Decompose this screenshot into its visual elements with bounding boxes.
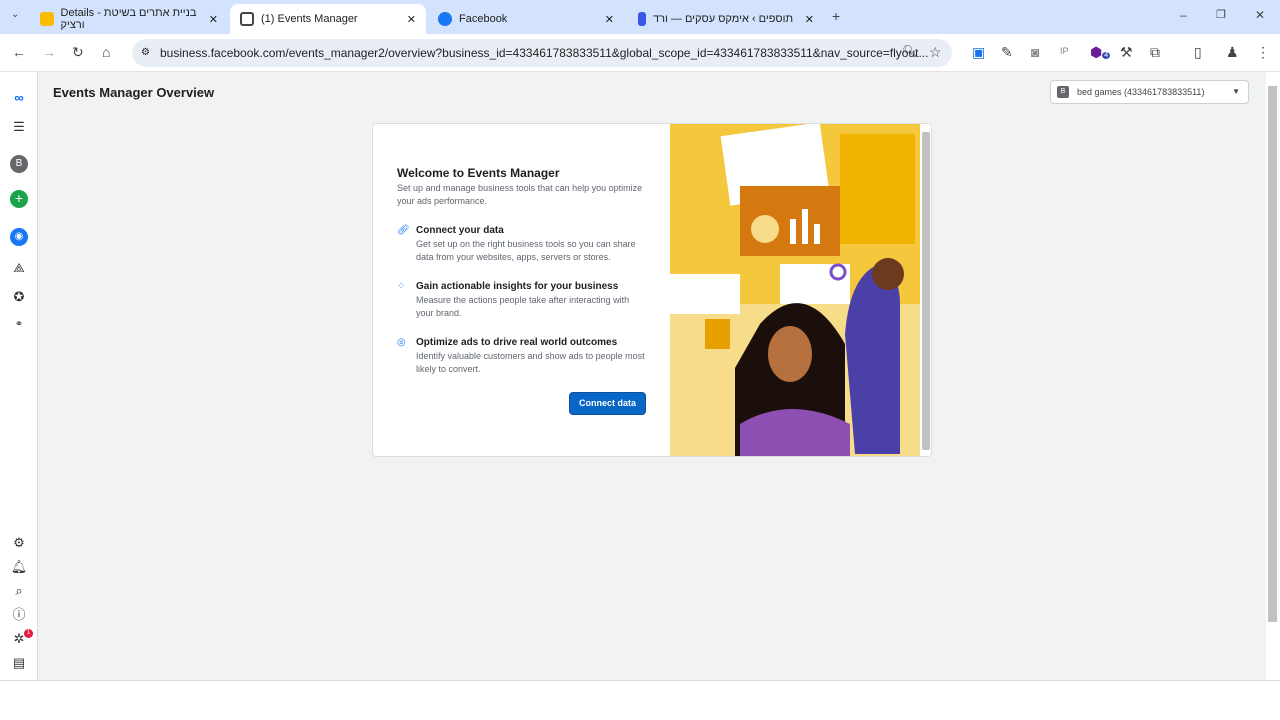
create-icon[interactable]: +: [10, 190, 28, 208]
zoom-icon[interactable]: 🔍︎: [902, 44, 917, 58]
badge-count: 4: [1102, 52, 1111, 59]
link-icon: 🔗︎: [397, 225, 410, 236]
back-icon[interactable]: ←: [12, 44, 26, 60]
tab-title: Details - בניית אתרים בשיטת ורציק: [60, 7, 197, 31]
partner-integrations-icon[interactable]: ⟁: [10, 259, 28, 277]
google-ads-icon: [40, 12, 54, 26]
avatar[interactable]: B: [10, 155, 28, 173]
new-tab-icon[interactable]: +: [832, 8, 840, 24]
page-scrollbar[interactable]: [1268, 86, 1277, 622]
welcome-illustration: [670, 124, 920, 456]
side-panel-icon[interactable]: ▯: [1194, 44, 1202, 61]
close-icon[interactable]: ✕: [209, 13, 218, 26]
site-info-icon[interactable]: ⚙: [141, 39, 150, 67]
bookmark-star-icon[interactable]: ☆: [929, 44, 942, 61]
tab-facebook[interactable]: Facebook ✕: [428, 4, 624, 34]
tool-icon[interactable]: ⚒: [1120, 44, 1133, 61]
account-name: bed games (433461783833511): [1077, 87, 1205, 97]
ip-extension-icon[interactable]: IP: [1060, 46, 1069, 56]
main-content: Events Manager Overview Bbed games (4334…: [38, 72, 1266, 680]
events-manager-nav-icon[interactable]: ◉: [10, 228, 28, 246]
feature-desc: Measure the actions people take after in…: [416, 295, 630, 318]
feature-title: Connect your data: [416, 225, 504, 236]
chevron-down-icon: ▼: [1232, 87, 1240, 96]
notifications-bell-icon[interactable]: 🔔︎: [10, 558, 28, 576]
settings-icon[interactable]: ⚙: [10, 534, 28, 552]
business-account-selector[interactable]: Bbed games (433461783833511) ▼: [1050, 80, 1249, 104]
minimize-icon[interactable]: –: [1180, 8, 1187, 22]
help-icon[interactable]: ⓘ: [10, 606, 28, 624]
address-bar[interactable]: ⚙ business.facebook.com/events_manager2/o…: [132, 39, 952, 67]
left-nav: ∞ ☰ B + ◉ ⟁ ✪ ⚭ ⚙ 🔔︎ 1 ⌕ ⓘ ✲ ▤: [0, 72, 38, 680]
feature-title: Gain actionable insights for your busine…: [416, 281, 619, 292]
restore-icon[interactable]: ❐: [1216, 8, 1226, 21]
pages-icon[interactable]: ▤: [10, 654, 28, 672]
site-icon: [638, 12, 646, 26]
reload-icon[interactable]: ↻: [72, 44, 84, 61]
feature-title: Optimize ads to drive real world outcome…: [416, 337, 618, 348]
tab-details[interactable]: Details - בניית אתרים בשיטת ורציק ✕: [30, 4, 228, 34]
hamburger-menu-icon[interactable]: ☰: [10, 118, 28, 136]
bug-report-icon[interactable]: ✲: [10, 630, 28, 648]
feature-desc: Identify valuable customers and show ads…: [416, 351, 645, 374]
account-avatar: B: [1057, 86, 1069, 98]
page-title: Events Manager Overview: [53, 85, 215, 100]
camera-icon[interactable]: ◙: [1031, 44, 1039, 60]
forward-icon[interactable]: →: [42, 44, 56, 60]
extensions-puzzle-icon[interactable]: ⧉: [1150, 44, 1160, 61]
welcome-title: Welcome to Events Manager: [397, 166, 560, 180]
events-manager-icon: [240, 12, 254, 26]
feature-item: ◎ Optimize ads to drive real world outcom…: [397, 337, 647, 376]
tab-events-manager[interactable]: (1) Events Manager ✕: [230, 4, 426, 34]
feature-desc: Get set up on the right business tools s…: [416, 239, 636, 262]
connect-data-button[interactable]: Connect data: [569, 392, 646, 415]
partners-handshake-icon[interactable]: ⚭: [10, 316, 28, 334]
bottom-bar: [0, 680, 1280, 720]
eyedropper-icon[interactable]: ✎: [1001, 44, 1013, 61]
meta-logo-icon[interactable]: ∞: [10, 89, 28, 107]
welcome-subtitle: Set up and manage business tools that ca…: [397, 183, 643, 206]
feature-item: ⁘ Gain actionable insights for your busin…: [397, 281, 647, 320]
tab-bar: ⌄ Details - בניית אתרים בשיטת ורציק ✕ (1)…: [0, 0, 1280, 34]
welcome-card: Welcome to Events Manager Set up and man…: [372, 123, 932, 457]
feature-item: 🔗︎ Connect your data Get set up on the rig…: [397, 225, 647, 264]
search-icon[interactable]: ⌕: [10, 582, 28, 600]
tab-title: תוספים › אימקס עסקים — ורד: [653, 13, 794, 25]
star-icon[interactable]: ✪: [10, 288, 28, 306]
menu-dots-icon[interactable]: ⋮: [1256, 44, 1270, 61]
tab-title: (1) Events Manager: [261, 13, 358, 25]
extension-icon[interactable]: ▣: [972, 44, 985, 61]
home-icon[interactable]: ⌂: [102, 44, 110, 60]
target-icon: ◎: [397, 337, 406, 348]
browser-toolbar: ← → ↻ ⌂ ⚙ business.facebook.com/events_ma…: [0, 34, 1280, 72]
facebook-icon: [438, 12, 452, 26]
extension-badge-icon[interactable]: ⬢ 4: [1090, 44, 1111, 61]
close-icon[interactable]: ✕: [407, 13, 416, 26]
url-text: business.facebook.com/events_manager2/ov…: [160, 46, 929, 60]
close-icon[interactable]: ✕: [805, 13, 814, 26]
tab-title: Facebook: [459, 13, 508, 25]
close-icon[interactable]: ✕: [605, 13, 614, 26]
tab-search-icon[interactable]: ⌄: [11, 9, 19, 20]
close-window-icon[interactable]: ✕: [1255, 8, 1265, 22]
tab-plugins[interactable]: תוספים › אימקס עסקים — ורד ✕: [628, 4, 824, 34]
profile-icon[interactable]: ♟: [1226, 44, 1239, 61]
insights-icon: ⁘: [397, 281, 406, 292]
card-scrollbar[interactable]: [922, 132, 930, 450]
